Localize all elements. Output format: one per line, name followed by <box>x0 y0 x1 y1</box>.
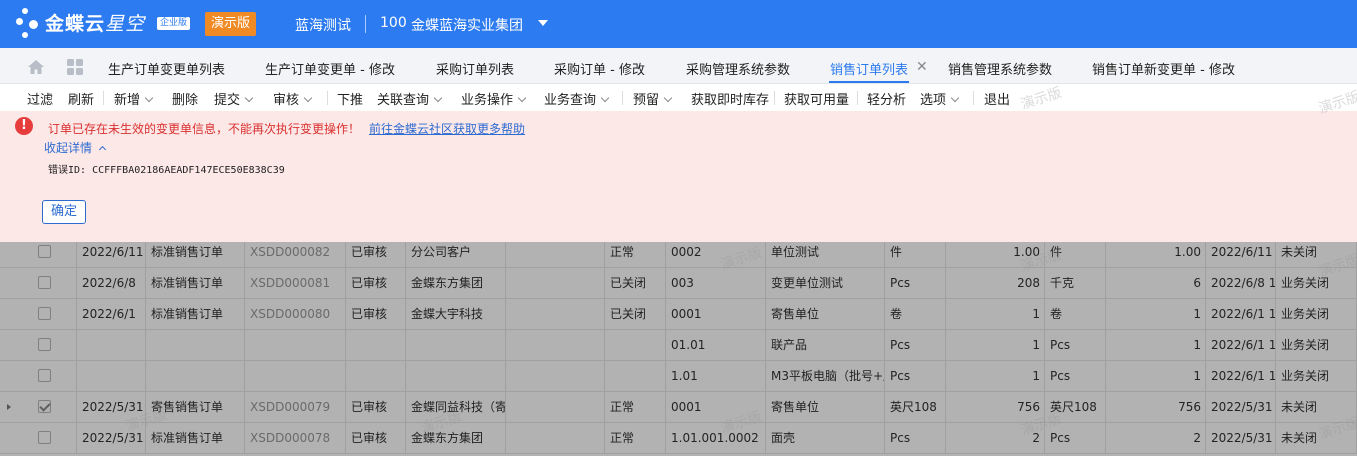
toolbar-divider <box>327 91 328 105</box>
tab-sales-change-edit[interactable]: 销售订单新变更单 - 修改 <box>1092 59 1235 78</box>
submit-button[interactable]: 提交 <box>214 89 254 108</box>
filter-button[interactable]: 过滤 <box>27 89 53 108</box>
push-down-button[interactable]: 下推 <box>337 89 363 108</box>
error-id: 错误ID: CCFFFBA02186AEADF147ECE50E838C39 <box>48 165 285 176</box>
toolbar-divider <box>103 91 104 105</box>
toolbar-divider <box>774 91 775 105</box>
active-tab-indicator <box>829 81 909 83</box>
chevron-down-icon <box>600 93 610 103</box>
error-alert: ! 订单已存在未生效的变更单信息，不能再次执行变更操作！ 前往金蝶云社区获取更多… <box>0 111 1357 242</box>
top-header: 金蝶云星空 企业版 演示版 蓝海测试 100 金蝶蓝海实业集团 <box>0 0 1357 48</box>
tab-production-change-edit[interactable]: 生产订单变更单 - 修改 <box>265 59 395 78</box>
header-divider <box>365 15 366 33</box>
chevron-down-icon <box>244 93 254 103</box>
related-query-button[interactable]: 关联查询 <box>377 89 443 108</box>
tab-purchase-order-list[interactable]: 采购订单列表 <box>436 59 514 78</box>
brand-name: 金蝶云星空 <box>45 13 146 35</box>
chevron-down-icon <box>517 93 527 103</box>
tab-production-change-list[interactable]: 生产订单变更单列表 <box>108 59 225 78</box>
tab-purchase-order-edit[interactable]: 采购订单 - 修改 <box>554 59 645 78</box>
home-icon[interactable] <box>27 59 45 75</box>
tab-purchase-params[interactable]: 采购管理系统参数 <box>686 59 790 78</box>
business-operation-button[interactable]: 业务操作 <box>461 89 527 108</box>
light-analysis-button[interactable]: 轻分析 <box>867 89 906 108</box>
error-message: 订单已存在未生效的变更单信息，不能再次执行变更操作！ <box>48 122 361 136</box>
chevron-down-icon <box>144 93 154 103</box>
collapse-details-toggle[interactable]: 收起详情 <box>44 139 107 156</box>
edition-badge: 企业版 <box>157 17 191 30</box>
reserve-button[interactable]: 预留 <box>633 89 673 108</box>
tenant-name[interactable]: 蓝海测试 <box>295 15 351 35</box>
confirm-button[interactable]: 确定 <box>42 200 86 224</box>
chevron-up-icon <box>98 145 107 154</box>
audit-button[interactable]: 审核 <box>273 89 313 108</box>
modal-overlay[interactable] <box>0 242 1357 456</box>
tab-sales-order-list[interactable]: 销售订单列表 <box>830 59 908 78</box>
error-icon: ! <box>15 117 33 135</box>
get-available-button[interactable]: 获取可用量 <box>784 89 849 108</box>
apps-grid-icon[interactable] <box>67 59 83 75</box>
chevron-down-icon <box>663 93 673 103</box>
get-inventory-button[interactable]: 获取即时库存 <box>691 89 769 108</box>
delete-button[interactable]: 删除 <box>172 89 198 108</box>
options-button[interactable]: 选项 <box>920 89 960 108</box>
toolbar-divider <box>857 91 858 105</box>
demo-badge[interactable]: 演示版 <box>205 12 256 36</box>
close-tab-icon[interactable]: ✕ <box>916 59 928 75</box>
tab-bar: 生产订单变更单列表 生产订单变更单 - 修改 采购订单列表 采购订单 - 修改 … <box>0 48 1357 84</box>
help-link[interactable]: 前往金蝶云社区获取更多帮助 <box>369 120 525 137</box>
kingdee-logo-icon <box>14 6 42 40</box>
new-button[interactable]: 新增 <box>114 89 154 108</box>
org-name[interactable]: 金蝶蓝海实业集团 <box>411 15 523 35</box>
chevron-down-icon <box>303 93 313 103</box>
chevron-down-icon <box>950 93 960 103</box>
refresh-button[interactable]: 刷新 <box>68 89 94 108</box>
toolbar-divider <box>973 91 974 105</box>
business-query-button[interactable]: 业务查询 <box>544 89 610 108</box>
exit-button[interactable]: 退出 <box>984 89 1010 108</box>
chevron-down-icon <box>433 93 443 103</box>
toolbar: 过滤 刷新 新增 删除 提交 审核 下推 关联查询 业务操作 业务查询 预留 获… <box>0 84 1357 111</box>
org-code[interactable]: 100 <box>380 15 407 31</box>
toolbar-divider <box>622 91 623 105</box>
org-dropdown-icon[interactable] <box>538 20 548 26</box>
tab-sales-params[interactable]: 销售管理系统参数 <box>948 59 1052 78</box>
